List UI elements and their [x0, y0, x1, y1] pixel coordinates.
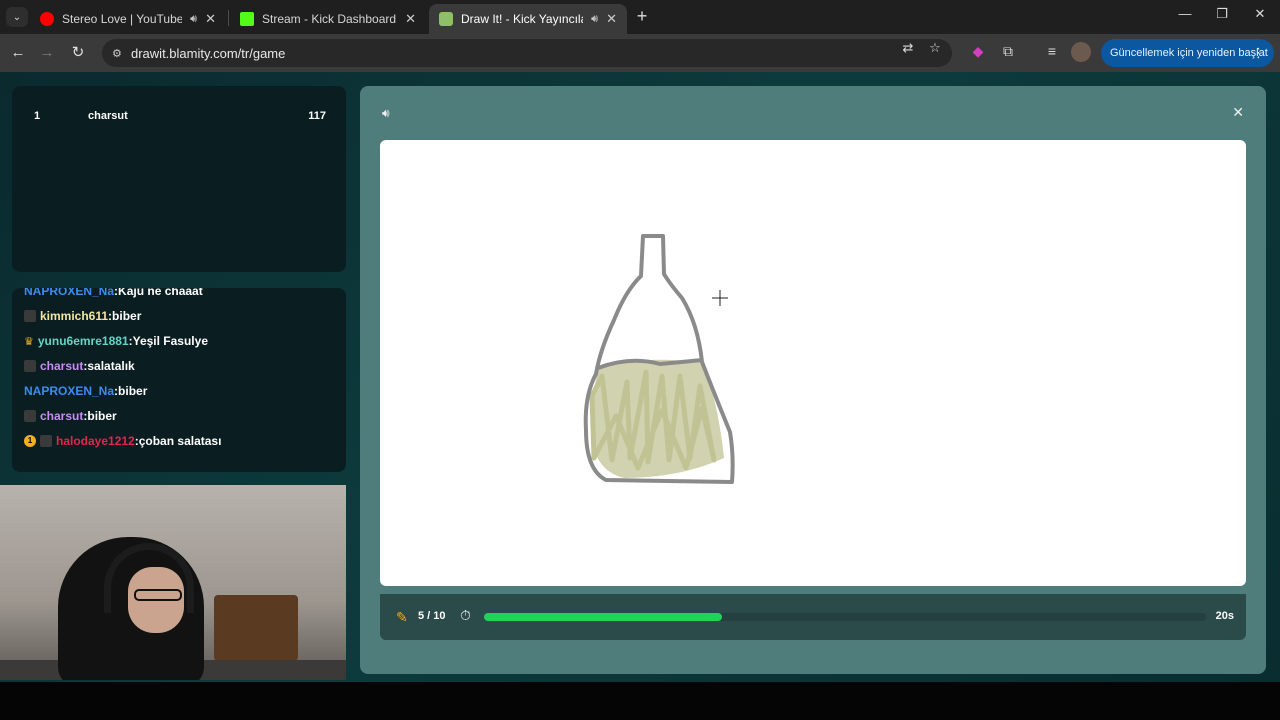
media-queue-icon[interactable]: ≡: [1042, 43, 1062, 63]
webcam-feed: [0, 485, 346, 680]
tab-title: Draw It! - Kick Yayıncıları İçin: [461, 12, 583, 26]
close-window-icon[interactable]: ✕: [1250, 6, 1270, 26]
time-progress-fill: [484, 613, 723, 621]
page: 1 charsut 117 NAPROXEN_Na: Kaju ne chaaat…: [0, 72, 1280, 682]
minimize-window-icon[interactable]: —: [1175, 6, 1195, 26]
more-options-icon[interactable]: ⋮: [1252, 45, 1265, 61]
chat-username: charsut: [40, 359, 84, 373]
drawing-fill-area: [591, 359, 724, 478]
chat-text: Yeşil Fasulye: [132, 334, 208, 348]
leaderboard-name: charsut: [88, 110, 128, 122]
volume-icon[interactable]: 🔊︎: [382, 106, 390, 121]
user-badge-icon: [24, 360, 36, 372]
reload-icon[interactable]: ↻: [68, 43, 88, 63]
time-progress-track: [484, 613, 1206, 621]
chat-text: çoban salatası: [138, 434, 222, 448]
glasses: [134, 589, 182, 601]
coin-badge-icon: 1: [24, 435, 36, 447]
speaker-icon[interactable]: 🔊︎: [190, 13, 197, 26]
game-panel: 🔊︎ ✕ ✎ 5 / 10 ⏱ 20s: [360, 86, 1266, 674]
chat-text: salatalık: [87, 359, 135, 373]
site-info-icon[interactable]: ⚙: [112, 47, 126, 60]
user-badge-icon: [40, 435, 52, 447]
chat-username: halodaye1212: [56, 434, 135, 448]
tab-title: Stream - Kick Dashboard: [262, 12, 397, 26]
time-remaining: 20s: [1215, 610, 1234, 622]
back-arrow-icon[interactable]: ←: [8, 43, 28, 63]
forward-arrow-icon[interactable]: →: [37, 43, 57, 63]
chat-username: NAPROXEN_Na: [24, 384, 115, 398]
tab-draw-it[interactable]: Draw It! - Kick Yayıncıları İçin 🔊︎ ✕: [429, 4, 627, 34]
tab-divider: [228, 10, 229, 26]
chat-username: NAPROXEN_Na: [24, 288, 115, 298]
chat-text: biber: [118, 384, 148, 398]
leaderboard-rank: 1: [34, 110, 41, 122]
profile-avatar[interactable]: [1071, 42, 1091, 62]
chat-text: biber: [87, 409, 117, 423]
drawing-canvas[interactable]: [380, 140, 1246, 586]
speaker-icon[interactable]: 🔊︎: [591, 13, 598, 26]
chat-message: kimmich611: biber: [24, 309, 141, 323]
chat-message: charsut: biber: [24, 409, 117, 423]
tab-search-button[interactable]: ⌄: [6, 7, 28, 27]
new-tab-button[interactable]: +: [632, 7, 652, 27]
chat-username: charsut: [40, 409, 84, 423]
chat-message: 1 halodaye1212: çoban salatası: [24, 434, 221, 448]
chat-message: NAPROXEN_Na: Kaju ne chaaat: [24, 288, 203, 298]
chat-text: Kaju ne chaaat: [118, 288, 203, 298]
chat-username: yunu6emre1881: [37, 334, 129, 348]
timer-icon: ⏱: [460, 607, 471, 623]
translate-icon[interactable]: ⇄: [899, 40, 917, 58]
bookmark-star-icon[interactable]: ☆: [926, 40, 944, 58]
youtube-music-favicon-icon: [40, 12, 54, 26]
draw-it-favicon-icon: [439, 12, 453, 26]
chat-message: ♛ yunu6emre1881: Yeşil Fasulye: [24, 334, 208, 348]
url-text[interactable]: drawit.blamity.com/tr/game: [131, 46, 285, 61]
user-badge-icon: [24, 410, 36, 422]
drawing: [583, 234, 735, 484]
tab-youtube-music[interactable]: Stereo Love | YouTube Music 🔊︎ ✕: [30, 4, 226, 34]
tab-kick-dashboard[interactable]: Stream - Kick Dashboard ✕: [230, 4, 426, 34]
chat-message: NAPROXEN_Na: biber: [24, 384, 148, 398]
tab-strip: ⌄ Stereo Love | YouTube Music 🔊︎ ✕ Strea…: [0, 0, 1280, 34]
restart-label: Güncellemek için yeniden başlat: [1110, 47, 1268, 59]
chat-feed: NAPROXEN_Na: Kaju ne chaaat kimmich611: bi…: [12, 288, 346, 472]
game-status-bar: ✎ 5 / 10 ⏱ 20s: [380, 594, 1246, 640]
chat-username: kimmich611: [40, 309, 109, 323]
close-icon[interactable]: ✕: [1232, 104, 1244, 121]
crown-badge-icon: ♛: [24, 336, 34, 348]
restore-window-icon[interactable]: ❐: [1212, 6, 1232, 26]
tab-title: Stereo Love | YouTube Music: [62, 12, 183, 26]
extensions-puzzle-icon[interactable]: ⧉: [998, 43, 1018, 63]
chat-text: biber: [112, 309, 142, 323]
pencil-icon: ✎: [396, 609, 408, 625]
browser-toolbar: ← → ↻ ⚙ drawit.blamity.com/tr/game ⇄ ☆ ◆…: [0, 34, 1280, 72]
taskbar-area: [0, 682, 1280, 720]
chat-message: charsut: salatalık: [24, 359, 135, 373]
leaderboard-score: 117: [308, 110, 326, 122]
kick-favicon-icon: [240, 12, 254, 26]
close-tab-icon[interactable]: ✕: [205, 11, 216, 27]
extension-icon[interactable]: ◆: [968, 43, 988, 63]
close-tab-icon[interactable]: ✕: [606, 11, 617, 27]
address-bar[interactable]: ⚙ drawit.blamity.com/tr/game: [102, 39, 952, 67]
leaderboard: 1 charsut 117: [12, 86, 346, 272]
user-badge-icon: [24, 310, 36, 322]
round-counter: 5 / 10: [418, 610, 446, 622]
restart-to-update-button[interactable]: Güncellemek için yeniden başlat ⋮: [1101, 39, 1274, 67]
close-tab-icon[interactable]: ✕: [405, 11, 416, 27]
webcam-background-shelf: [214, 595, 298, 661]
